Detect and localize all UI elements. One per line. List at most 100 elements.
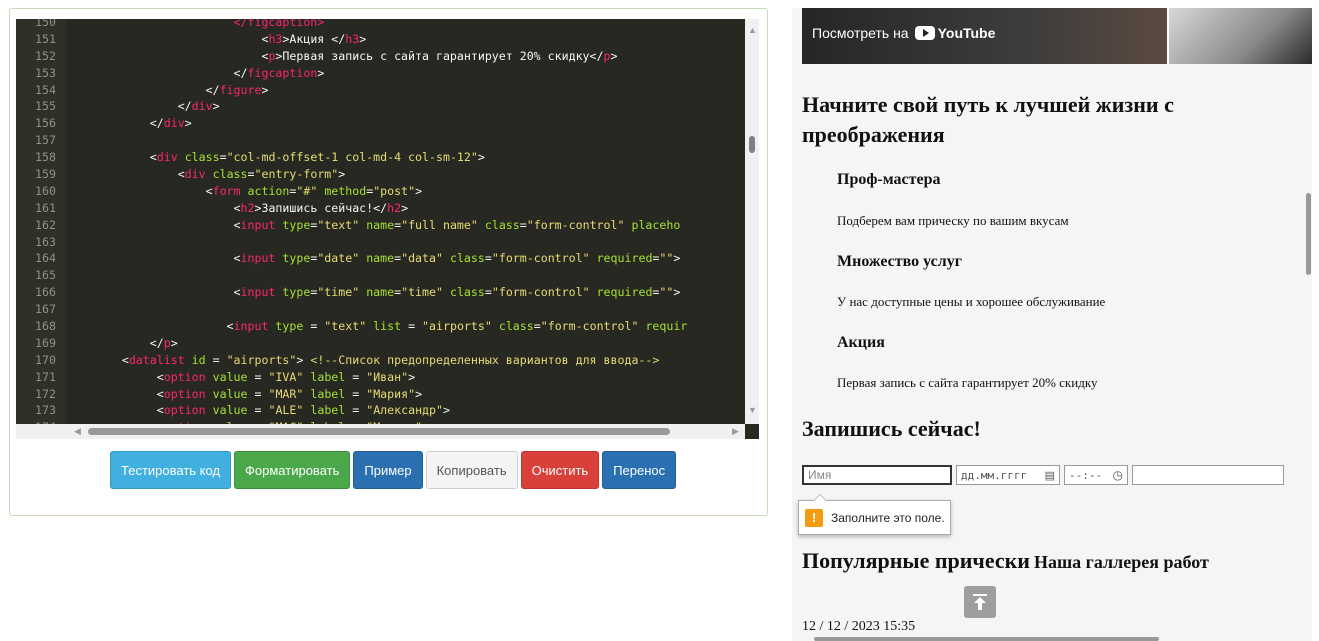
line-number: 159 (35, 167, 56, 182)
line-number: 173 (35, 403, 56, 418)
validation-message: Заполните это поле. (831, 510, 945, 525)
editor-hscroll-thumb[interactable] (88, 428, 670, 435)
youtube-video-embed[interactable]: Посмотреть на YouTube (802, 8, 1312, 64)
line-number: 156 (35, 116, 56, 131)
scroll-to-top-button[interactable] (964, 586, 996, 618)
example-button[interactable]: Пример (353, 451, 423, 489)
code-line[interactable]: 161 <h2>Запишись сейчас!</h2> (16, 200, 745, 217)
watch-on-youtube-link[interactable]: Посмотреть на YouTube (812, 25, 995, 41)
code-line[interactable]: 167 (16, 301, 745, 318)
line-number: 171 (35, 369, 56, 384)
wrap-button[interactable]: Перенос (602, 451, 677, 489)
code-text: <datalist id = "airports"> <!--Список пр… (121, 352, 660, 367)
gallery-heading: Популярные прически Наша галлерея работ (802, 548, 1209, 574)
code-line[interactable]: 163 (16, 234, 745, 251)
code-text: </div> (177, 99, 220, 114)
code-text: <input type="date" name="data" class="fo… (233, 251, 681, 266)
date-input[interactable]: дд.мм.гггг ▤ (956, 465, 1060, 485)
booking-form: Имя дд.мм.гггг ▤ --:-- ◷ (802, 465, 1284, 485)
calendar-icon[interactable]: ▤ (1045, 469, 1055, 482)
code-line[interactable]: 156 </div> (16, 115, 745, 132)
scroll-left-icon[interactable]: ◀ (74, 426, 81, 437)
preview-vertical-scrollbar[interactable] (1305, 18, 1312, 638)
line-number: 170 (35, 352, 56, 367)
line-number: 167 (35, 302, 56, 317)
scroll-down-icon[interactable]: ▼ (748, 405, 757, 415)
code-line[interactable]: 154 </figure> (16, 82, 745, 99)
preview-main-heading: Начните свой путь к лучшей жизни с преоб… (802, 92, 1174, 147)
line-number: 152 (35, 48, 56, 63)
form-title: Запишись сейчас! (802, 416, 981, 441)
editor-horizontal-scrollbar[interactable]: ◀ ▶ (16, 424, 745, 439)
code-line[interactable]: 155 </div> (16, 98, 745, 115)
code-text: </p> (149, 335, 178, 350)
scroll-up-icon[interactable]: ▲ (748, 25, 757, 35)
line-number: 150 (35, 19, 56, 29)
validation-tooltip: ! Заполните это поле. (798, 494, 951, 535)
scroll-corner (745, 424, 759, 439)
airport-list-input[interactable] (1132, 465, 1284, 485)
feature-title-3: Акция (837, 334, 885, 351)
code-text: <div class="entry-form"> (177, 167, 346, 182)
line-number: 162 (35, 217, 56, 232)
format-button[interactable]: Форматировать (234, 451, 351, 489)
line-number: 168 (35, 319, 56, 334)
feature-text-3: Первая запись с сайта гарантирует 20% ск… (837, 375, 1098, 390)
feature-title-2: Множество услуг (837, 253, 962, 270)
line-number: 154 (35, 82, 56, 97)
timestamp: 12 / 12 / 2023 15:35 (802, 619, 916, 634)
scroll-right-icon[interactable]: ▶ (732, 426, 739, 437)
code-line[interactable]: 164 <input type="date" name="data" class… (16, 250, 745, 267)
copy-button[interactable]: Копировать (425, 451, 518, 489)
feature-text-2: У нас доступные цены и хорошее обслужива… (837, 294, 1106, 309)
editor-vertical-scrollbar[interactable]: ▲ ▼ (745, 19, 759, 424)
line-number: 166 (35, 285, 56, 300)
youtube-play-icon (914, 26, 935, 40)
time-placeholder: --:-- (1069, 468, 1103, 482)
code-line[interactable]: 165 (16, 267, 745, 284)
line-number: 153 (35, 65, 56, 80)
code-lines[interactable]: 150 </figcaption> 151 <h3>Акция </h3> 152 … (16, 19, 745, 439)
editor-vscroll-thumb[interactable] (749, 136, 755, 153)
preview-panel: Посмотреть на YouTube Начните свой путь … (792, 8, 1312, 641)
code-line[interactable]: 152 <p>Первая запись с сайта гарантирует… (16, 48, 745, 65)
line-number: 157 (35, 133, 56, 148)
code-line[interactable]: 159 <div class="entry-form"> (16, 166, 745, 183)
preview-vscroll-thumb[interactable] (1306, 193, 1311, 275)
test-code-button[interactable]: Тестировать код (110, 451, 232, 489)
line-number: 151 (35, 31, 56, 46)
code-line[interactable]: 170 <datalist id = "airports"> <!--Списо… (16, 352, 745, 369)
code-line[interactable]: 160 <form action="#" method="post"> (16, 183, 745, 200)
code-text: </figure> (205, 82, 269, 97)
code-line[interactable]: 157 (16, 132, 745, 149)
code-line[interactable]: 153 </figcaption> (16, 65, 745, 82)
warning-icon: ! (805, 508, 823, 527)
date-placeholder: дд.мм.гггг (961, 468, 1028, 482)
line-number: 158 (35, 150, 56, 165)
editor-toolbar: Тестировать код Форматировать Пример Копиро… (110, 451, 677, 489)
name-placeholder: Имя (808, 468, 832, 482)
code-line[interactable]: 166 <input type="time" name="time" class… (16, 284, 745, 301)
code-text: </figcaption> (233, 65, 325, 80)
code-line[interactable]: 158 <div class="col-md-offset-1 col-md-4… (16, 149, 745, 166)
time-input[interactable]: --:-- ◷ (1064, 465, 1128, 485)
code-line[interactable]: 169 </p> (16, 335, 745, 352)
code-line[interactable]: 151 <h3>Акция </h3> (16, 31, 745, 48)
code-line[interactable]: 162 <input type="text" name="full name" … (16, 217, 745, 234)
code-line[interactable]: 171 <option value = "IVA" label = "Иван"… (16, 369, 745, 386)
code-line[interactable]: 168 <input type = "text" list = "airport… (16, 318, 745, 335)
name-input[interactable]: Имя (802, 465, 952, 485)
code-line[interactable]: 173 <option value = "ALE" label = "Алекс… (16, 402, 745, 419)
feature-text-1: Подберем вам прическу по вашим вкусам (837, 213, 1069, 228)
arrow-up-icon (973, 594, 987, 610)
clock-icon[interactable]: ◷ (1113, 468, 1123, 482)
code-editor[interactable]: 150 </figcaption> 151 <h3>Акция </h3> 152 … (16, 19, 759, 439)
line-number: 164 (35, 251, 56, 266)
code-line[interactable]: 150 </figcaption> (16, 19, 745, 31)
feature-title-1: Проф-мастера (837, 171, 941, 188)
clear-button[interactable]: Очистить (520, 451, 600, 489)
code-text: <div class="col-md-offset-1 col-md-4 col… (149, 150, 485, 165)
preview-horizontal-scrollbar[interactable] (814, 637, 1159, 641)
line-number: 172 (35, 386, 56, 401)
code-line[interactable]: 172 <option value = "MAR" label = "Мария… (16, 386, 745, 403)
